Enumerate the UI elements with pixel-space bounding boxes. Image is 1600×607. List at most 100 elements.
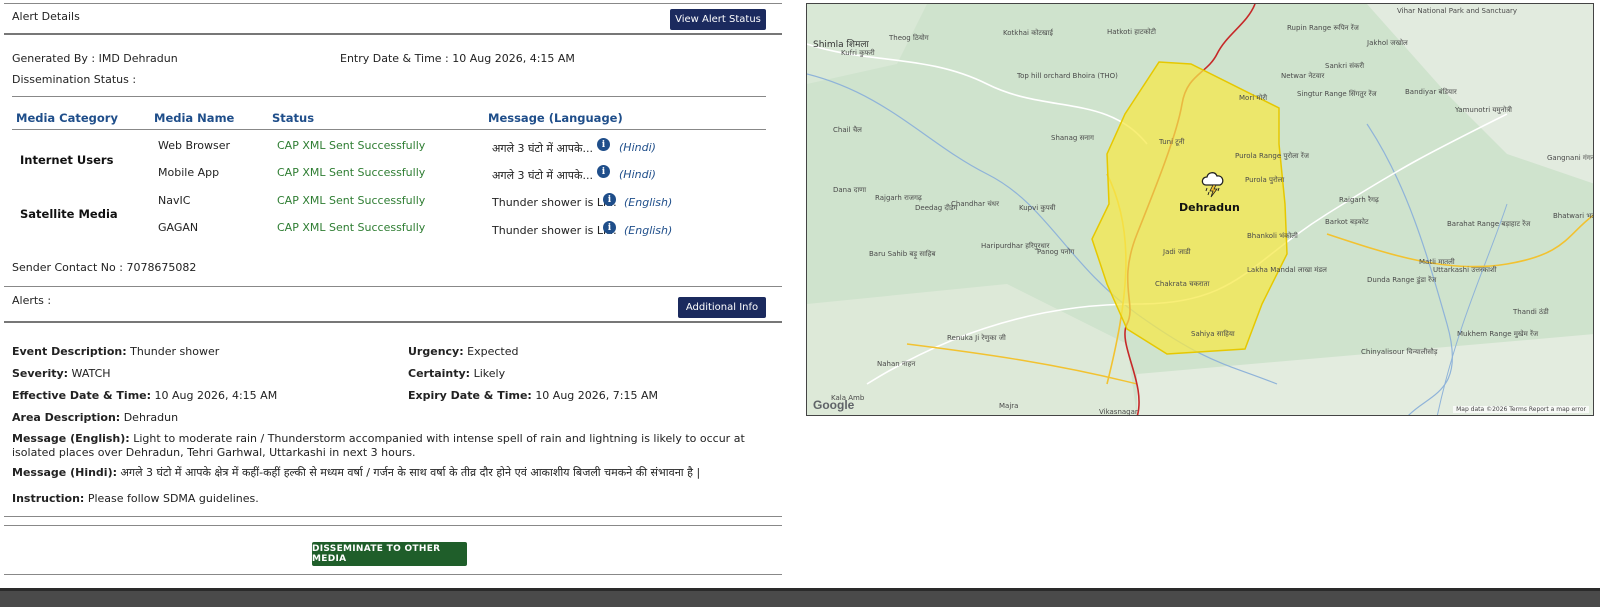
table-row-message: Thunder shower is Li... — [492, 224, 617, 237]
header-message: Message (Language) — [488, 111, 623, 125]
divider — [4, 516, 782, 517]
map-place-label: Mori मोरी — [1239, 94, 1268, 102]
table-row-status: CAP XML Sent Successfully — [277, 166, 426, 179]
map-place-label: Barahat Range बड़ाहाट रेंज — [1447, 220, 1531, 228]
map-place-label: Top hill orchard Bhoira (THO) — [1017, 72, 1118, 80]
map-place-label: Netwar नेटवार — [1281, 72, 1325, 80]
thunderstorm-icon — [1198, 167, 1230, 199]
map-place-label: Tuni टूनी — [1159, 138, 1185, 146]
divider — [12, 129, 766, 130]
map-place-label: Vikasnagar — [1099, 408, 1138, 416]
divider — [4, 3, 782, 4]
map-place-label: Chail चैल — [833, 126, 862, 134]
header-media-category: Media Category — [16, 111, 118, 125]
map-place-label: Dunda Range डुंडा रेंज — [1367, 276, 1437, 284]
table-row-media: Mobile App — [158, 166, 220, 179]
map-place-label: Theog ठियोग — [889, 34, 929, 42]
table-row-language: (English) — [624, 196, 673, 209]
info-icon[interactable]: i — [603, 193, 616, 206]
sender-contact: Sender Contact No : 7078675082 — [12, 261, 197, 274]
map-place-label: Barkot बड़कोट — [1325, 218, 1369, 226]
divider — [4, 286, 782, 287]
map-place-label: Kotkhai कोटखाई — [1003, 29, 1053, 37]
map-place-label: Singtur Range सिंगतुर रेंज — [1297, 90, 1377, 98]
entry-date: Entry Date & Time : 10 Aug 2026, 4:15 AM — [340, 52, 575, 65]
info-icon[interactable]: i — [597, 165, 610, 178]
divider — [4, 321, 782, 323]
map-place-label: Purola Range पुरोला रेंज — [1235, 152, 1309, 160]
map-place-label: Bandiyar बंडियार — [1405, 88, 1457, 96]
generated-by: Generated By : IMD Dehradun — [12, 52, 178, 65]
view-alert-status-button[interactable]: View Alert Status — [670, 9, 766, 30]
effective-date: Effective Date & Time: 10 Aug 2026, 4:15… — [12, 389, 278, 402]
info-icon[interactable]: i — [597, 138, 610, 151]
alert-panel: Alert Details View Alert Status Generate… — [4, 3, 782, 583]
info-icon[interactable]: i — [603, 221, 616, 234]
table-row-status: CAP XML Sent Successfully — [277, 139, 426, 152]
divider — [4, 574, 782, 575]
divider — [4, 525, 782, 526]
map-attribution[interactable]: Map data ©2026 Terms Report a map error — [1453, 406, 1589, 413]
map-place-label: Kupvi कुपवी — [1019, 204, 1056, 212]
bottom-bar — [0, 588, 1600, 607]
header-media-name: Media Name — [154, 111, 235, 125]
table-row-language: (Hindi) — [619, 141, 656, 154]
map-place-label: Mukhem Range मुखेम रेंज — [1457, 330, 1539, 338]
table-row-language: (English) — [624, 224, 673, 237]
severity: Severity: WATCH — [12, 367, 111, 380]
map-place-label: Rupin Range रूपिन रेंज — [1287, 24, 1359, 32]
map-place-label: Dana दाणा — [833, 186, 867, 194]
map-place-label: Sahiya साहिया — [1191, 330, 1235, 338]
map-place-label: Chakrata चकराता — [1155, 280, 1210, 288]
map-place-label: Thandi ठंडी — [1513, 308, 1549, 316]
map-place-label: Renuka Ji रेणुका जी — [947, 334, 1006, 342]
table-row-media: GAGAN — [158, 221, 199, 234]
map-place-label: Uttarkashi उत्तरकाशी — [1433, 266, 1497, 274]
divider — [4, 33, 782, 35]
map-place-label: Nahan नाहन — [877, 360, 916, 368]
alerts-title: Alerts : — [12, 294, 52, 307]
map-place-label: Gangnani गंगनानी — [1547, 154, 1593, 162]
dissemination-status: Dissemination Status : — [12, 73, 137, 86]
alert-area-map[interactable]: Dehradun Shimla शिमला Theog ठियोग Kotkha… — [806, 3, 1594, 416]
message-english: Message (English): Light to moderate rai… — [12, 432, 745, 459]
message-hindi: Message (Hindi): अगले 3 घंटो में आपके क्… — [12, 466, 701, 479]
category-satellite-media: Satellite Media — [20, 207, 118, 221]
map-place-label: Bhatwari भटवारी — [1553, 212, 1594, 220]
table-row-media: NavIC — [158, 194, 191, 207]
map-place-label: Panog पनोग — [1037, 248, 1075, 256]
event-description: Event Description: Thunder shower — [12, 345, 220, 358]
map-place-label: Majra — [999, 402, 1019, 410]
table-row-message: अगले 3 घंटो में आपके... — [492, 169, 593, 182]
instruction: Instruction: Please follow SDMA guidelin… — [12, 492, 259, 505]
map-place-label: Hatkoti हाटकोटी — [1107, 28, 1156, 36]
map-place-label: Shimla शिमला — [813, 40, 869, 50]
map-center-label: Dehradun — [1179, 201, 1240, 214]
category-internet-users: Internet Users — [20, 153, 114, 167]
map-place-label: Kufri कुफरी — [841, 49, 875, 57]
table-row-status: CAP XML Sent Successfully — [277, 194, 426, 207]
table-row-message: Thunder shower is Li... — [492, 196, 617, 209]
divider — [12, 96, 766, 97]
google-logo: Google — [813, 398, 855, 412]
map-place-label: Rajgarh राजगढ़ — [875, 194, 922, 202]
map-place-label: Sankri संकरी — [1325, 62, 1365, 70]
disseminate-button[interactable]: DISSEMINATE TO OTHER MEDIA — [312, 542, 467, 566]
map-place-label: Purola पुरोला — [1245, 176, 1285, 184]
additional-info-button[interactable]: Additional Info — [678, 297, 766, 318]
table-row-media: Web Browser — [158, 139, 231, 152]
map-place-label: Yamunotri यमुनोत्री — [1455, 106, 1512, 114]
header-status: Status — [272, 111, 315, 125]
alert-details-title: Alert Details — [12, 10, 80, 23]
map-place-label: Jadi जाडी — [1163, 248, 1191, 256]
area-description: Area Description: Dehradun — [12, 411, 179, 424]
map-place-label: Bhankoli भंकोली — [1247, 232, 1298, 240]
map-place-label: Chandhar चंधर — [951, 200, 999, 208]
map-place-label: Chinyalisour चिन्यालीसौड़ — [1361, 348, 1438, 356]
map-place-label: Lakha Mandal लाखा मंडल — [1247, 266, 1327, 274]
certainty: Certainty: Likely — [408, 367, 506, 380]
table-row-status: CAP XML Sent Successfully — [277, 221, 426, 234]
map-place-label: Raigarh रैगढ़ — [1339, 196, 1379, 204]
table-row-message: अगले 3 घंटो में आपके... — [492, 142, 593, 155]
table-row-language: (Hindi) — [619, 168, 656, 181]
